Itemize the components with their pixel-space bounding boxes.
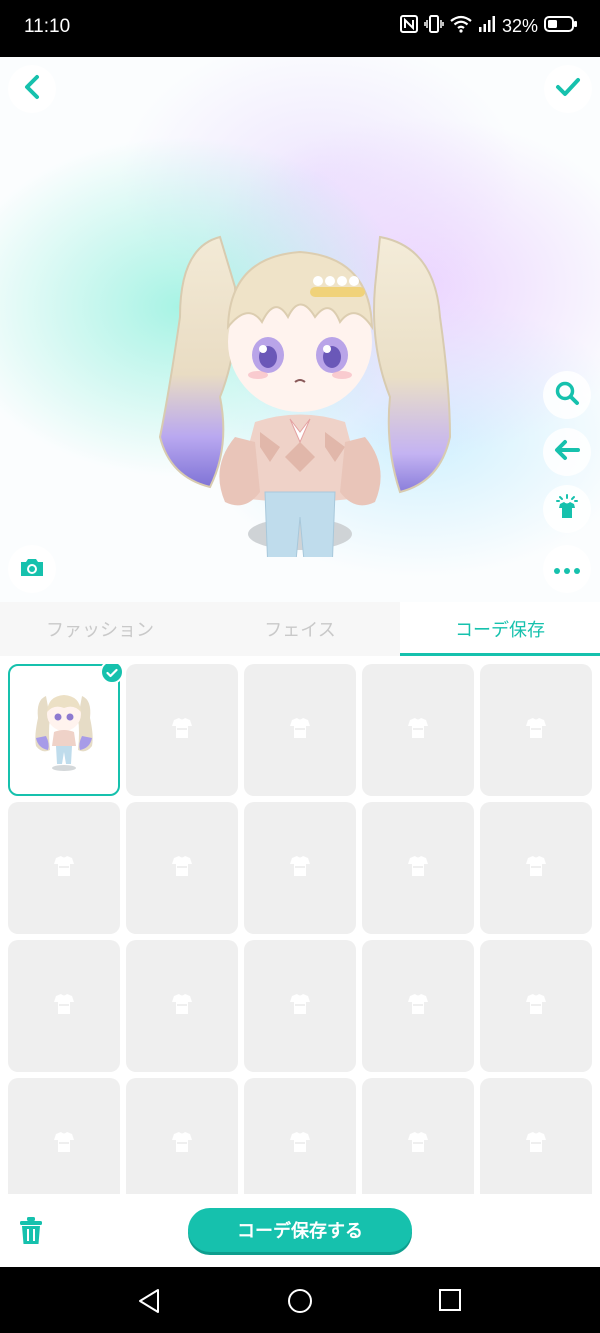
vibrate-icon [424,15,444,38]
tab-coordinate-save-label: コーデ保存 [455,620,545,641]
shirt-placeholder-icon [406,1131,430,1157]
battery-icon [544,15,578,38]
shirt-placeholder-icon [170,1131,194,1157]
shirt-placeholder-icon [288,717,312,743]
nav-recents-icon[interactable] [438,1288,462,1316]
nav-home-icon[interactable] [287,1288,313,1318]
status-icons: 32% [399,15,578,38]
shirt-placeholder-icon [170,855,194,881]
outfit-slot-empty[interactable] [362,940,474,1072]
saved-outfit-grid [8,664,594,1194]
shirt-placeholder-icon [52,855,76,881]
outfit-slot-selected[interactable] [8,664,124,796]
more-button[interactable] [543,545,591,593]
chevron-left-icon [21,74,43,104]
outfit-slot-empty[interactable] [244,664,356,796]
shirt-placeholder-icon [170,717,194,743]
nav-back-icon[interactable] [136,1287,162,1319]
shirt-placeholder-icon [52,1131,76,1157]
trash-icon [18,1217,44,1250]
outfit-slot-empty[interactable] [8,802,120,934]
outfit-thumbnail [35,695,93,771]
tab-fashion[interactable]: ファッション [0,602,200,656]
signal-icon [478,15,496,38]
selected-check-badge [100,664,124,684]
outfit-slot-empty[interactable] [126,940,238,1072]
outfit-slot-empty[interactable] [362,1078,474,1194]
system-nav-bar [0,1267,600,1333]
outfit-slot-empty[interactable] [362,802,474,934]
confirm-button[interactable] [544,65,592,113]
status-time: 11:10 [24,16,71,37]
bottom-action-bar: コーデ保存する [0,1194,600,1267]
undo-button[interactable] [543,428,591,476]
search-button[interactable] [543,371,591,419]
nfc-icon [399,15,418,38]
shirt-placeholder-icon [524,993,548,1019]
outfit-slot-empty[interactable] [362,664,474,796]
tab-face[interactable]: フェイス [200,602,400,656]
outfit-slot-empty[interactable] [244,802,356,934]
wardrobe-button[interactable] [543,485,591,533]
shirt-placeholder-icon [524,855,548,881]
outfit-slot-empty[interactable] [244,940,356,1072]
outfit-slot-empty[interactable] [480,664,592,796]
arrow-left-icon [553,438,581,466]
shirt-placeholder-icon [406,855,430,881]
outfit-slot-empty[interactable] [126,664,238,796]
shirt-placeholder-icon [288,1131,312,1157]
save-coordinate-button[interactable]: コーデ保存する [188,1208,412,1252]
wifi-icon [450,15,472,38]
shirt-placeholder-icon [406,993,430,1019]
outfit-slot-empty[interactable] [480,940,592,1072]
outfit-slot-empty[interactable] [8,1078,120,1194]
search-icon [554,380,580,410]
battery-percent: 32% [501,16,538,36]
more-icon [553,560,581,579]
back-button[interactable] [8,65,56,113]
check-icon [106,664,118,682]
shirt-placeholder-icon [288,993,312,1019]
shirt-placeholder-icon [524,1131,548,1157]
outfit-slot-empty[interactable] [480,1078,592,1194]
avatar-stage [0,57,600,602]
tab-coordinate-save[interactable]: コーデ保存 [400,602,600,656]
outfit-slot-empty[interactable] [244,1078,356,1194]
delete-button[interactable] [18,1216,44,1250]
outfit-slot-empty[interactable] [126,1078,238,1194]
camera-button[interactable] [8,545,56,593]
avatar-image [158,235,452,557]
tab-bar: ファッション フェイス コーデ保存 [0,602,600,656]
outfit-slot-empty[interactable] [126,802,238,934]
tab-fashion-label: ファッション [46,620,154,641]
status-bar: 11:10 32% [0,0,600,57]
shirt-placeholder-icon [288,855,312,881]
shirt-placeholder-icon [170,993,194,1019]
check-icon [555,76,581,102]
camera-icon [18,555,46,583]
shirt-placeholder-icon [524,717,548,743]
outfit-slot-empty[interactable] [8,940,120,1072]
tab-face-label: フェイス [264,620,336,641]
shirt-icon [553,493,581,525]
shirt-placeholder-icon [406,717,430,743]
shirt-placeholder-icon [52,993,76,1019]
outfit-slot-empty[interactable] [480,802,592,934]
